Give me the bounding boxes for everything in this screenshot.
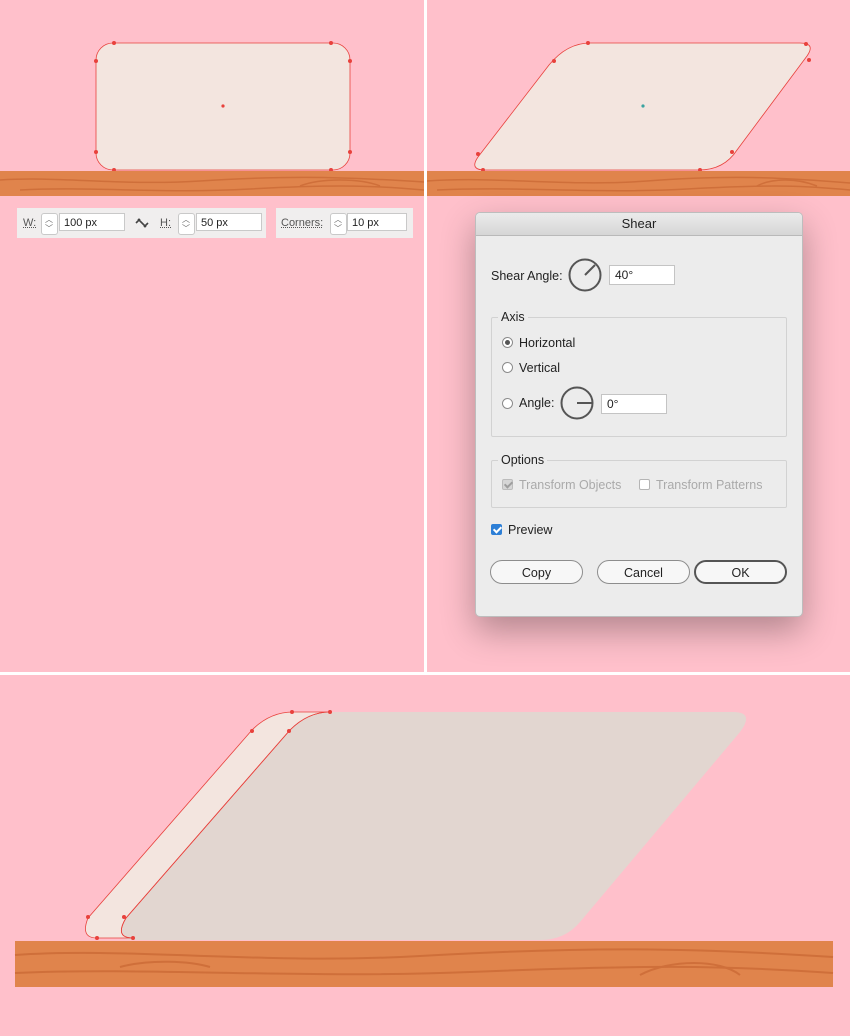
corners-label: Corners: [281, 217, 324, 229]
rounded-rectangle-canvas [0, 41, 424, 196]
angle-radio[interactable] [502, 398, 513, 409]
transform-objects-checkbox[interactable] [502, 479, 513, 490]
axis-angle-dial-icon[interactable] [559, 385, 595, 421]
transform-objects-label: Transform Objects [519, 478, 622, 492]
center-point [641, 104, 645, 108]
artboard-offset-copy [0, 675, 850, 1036]
wood-shelf [14, 941, 834, 987]
preview-checkbox[interactable] [491, 524, 502, 535]
sheared-shape-canvas [427, 41, 850, 196]
width-label: W: [23, 217, 37, 229]
angle-label[interactable]: Angle: [519, 396, 554, 410]
artboard-rounded-rectangle: W: ︿ ﹀ 100 px H: ︿ ﹀ 50 px Corners: ︿ ﹀ 10 … [0, 0, 424, 672]
corners-field[interactable]: 10 px [347, 213, 407, 231]
height-label: H: [160, 217, 171, 229]
shear-angle-dial-icon[interactable] [567, 257, 603, 293]
height-field[interactable]: 50 px [196, 213, 262, 231]
horizontal-label[interactable]: Horizontal [519, 336, 575, 350]
width-stepper[interactable]: ︿ ﹀ [41, 213, 58, 235]
options-group-title: Options [498, 453, 548, 467]
axis-group-title: Axis [498, 310, 528, 324]
width-field[interactable]: 100 px [59, 213, 125, 231]
ok-button[interactable]: OK [694, 560, 787, 584]
height-stepper[interactable]: ︿ ﹀ [178, 213, 195, 235]
offset-copy-canvas [14, 710, 834, 987]
transform-patterns-checkbox[interactable] [639, 479, 650, 490]
size-toolbar: W: ︿ ﹀ 100 px H: ︿ ﹀ 50 px [17, 208, 266, 238]
wood-shelf [427, 171, 850, 196]
corners-toolbar: Corners: ︿ ﹀ 10 px [276, 208, 413, 238]
unlink-icon[interactable] [134, 216, 150, 230]
wood-shelf [0, 171, 424, 196]
copy-button[interactable]: Copy [490, 560, 583, 584]
back-sheared-shape[interactable] [119, 712, 747, 940]
shear-angle-field[interactable]: 40° [609, 265, 675, 285]
corners-stepper[interactable]: ︿ ﹀ [330, 213, 347, 235]
preview-label[interactable]: Preview [508, 523, 552, 537]
shear-angle-label: Shear Angle: [491, 269, 563, 283]
axis-angle-field[interactable]: 0° [601, 394, 667, 414]
cancel-button[interactable]: Cancel [597, 560, 690, 584]
vertical-radio[interactable] [502, 362, 513, 373]
shear-dialog: Shear Shear Angle: 40° Axis Horizontal V… [475, 212, 803, 617]
dialog-title: Shear [476, 213, 802, 236]
transform-patterns-label: Transform Patterns [656, 478, 763, 492]
vertical-label[interactable]: Vertical [519, 361, 560, 375]
axis-group [491, 317, 787, 437]
horizontal-radio[interactable] [502, 337, 513, 348]
